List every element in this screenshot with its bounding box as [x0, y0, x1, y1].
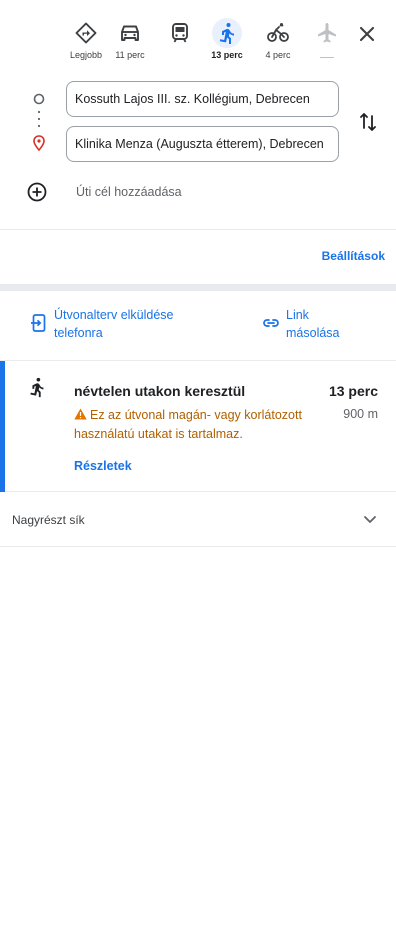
- add-circle-icon: [27, 182, 47, 202]
- add-destination-label: Úti cél hozzáadása: [76, 185, 182, 199]
- mode-car-button[interactable]: 11 perc: [106, 18, 154, 68]
- warning-icon: [74, 408, 87, 420]
- walk-icon: [30, 377, 44, 398]
- mode-bike-label: 4 perc: [265, 50, 291, 60]
- walk-icon: [212, 18, 242, 48]
- mode-walk-button[interactable]: 13 perc: [203, 18, 251, 68]
- send-to-phone-button[interactable]: Útvonalterv elküldése telefonra: [30, 306, 204, 342]
- route-markers: [30, 90, 48, 160]
- route-duration: 13 perc: [328, 383, 378, 399]
- origin-circle-icon: [33, 93, 45, 105]
- copy-link-button[interactable]: Link másolása: [262, 306, 356, 342]
- route-warning: Ez az útvonal magán- vagy korlátozott ha…: [74, 406, 342, 444]
- add-destination-button[interactable]: Úti cél hozzáadása: [26, 181, 182, 203]
- mode-flight-button[interactable]: [303, 18, 351, 68]
- route-option-card[interactable]: névtelen utakon keresztül 13 perc Ez az …: [0, 360, 396, 492]
- selected-route-indicator: [0, 361, 5, 492]
- flight-icon: [312, 18, 342, 48]
- copy-link-label: Link másolása: [286, 308, 340, 340]
- send-to-phone-icon: [31, 314, 46, 332]
- mode-flight-label: [320, 57, 334, 58]
- car-icon: [115, 18, 145, 48]
- mode-walk-label: 13 perc: [211, 50, 243, 60]
- close-icon: [359, 26, 375, 42]
- divider: [0, 229, 396, 230]
- bike-icon: [263, 18, 293, 48]
- mode-transit-button[interactable]: [156, 18, 204, 68]
- chevron-down-icon: [364, 516, 376, 523]
- travel-mode-bar: Legjobb 11 perc 13 perc 4 perc: [62, 18, 392, 70]
- elevation-summary-label: Nagyrészt sík: [12, 513, 85, 527]
- route-distance: 900 m: [343, 407, 378, 421]
- train-icon: [165, 18, 195, 48]
- share-row: Útvonalterv elküldése telefonra Link más…: [0, 306, 396, 346]
- route-title: névtelen utakon keresztül: [74, 383, 246, 399]
- destination-pin-icon: [33, 135, 45, 152]
- route-details-link[interactable]: Részletek: [74, 459, 132, 473]
- swap-route-button[interactable]: [358, 110, 378, 134]
- mode-best-label: Legjobb: [69, 50, 103, 60]
- destination-input[interactable]: Klinika Menza (Auguszta étterem), Debrec…: [66, 126, 339, 162]
- elevation-summary-toggle[interactable]: Nagyrészt sík: [0, 492, 396, 547]
- send-to-phone-label: Útvonalterv elküldése telefonra: [54, 308, 174, 340]
- section-divider: [0, 284, 396, 291]
- start-location-input[interactable]: Kossuth Lajos III. sz. Kollégium, Debrec…: [66, 81, 339, 117]
- swap-icon: [360, 113, 376, 131]
- mode-bike-button[interactable]: 4 perc: [254, 18, 302, 68]
- mode-best-button[interactable]: Legjobb: [62, 18, 110, 68]
- directions-icon: [71, 18, 101, 48]
- link-icon: [263, 319, 279, 327]
- settings-link[interactable]: Beállítások: [322, 249, 385, 263]
- close-directions-button[interactable]: [355, 22, 379, 46]
- route-warning-text: Ez az útvonal magán- vagy korlátozott ha…: [74, 408, 302, 441]
- mode-car-label: 11 perc: [115, 50, 145, 60]
